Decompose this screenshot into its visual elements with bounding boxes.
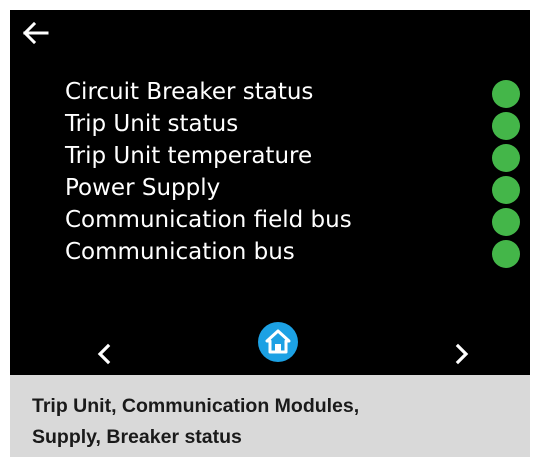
arrow-left-icon <box>22 21 49 45</box>
status-row-power-supply: Power Supply <box>65 173 520 205</box>
caption-line-1: Trip Unit, Communication Modules, <box>32 395 360 417</box>
previous-page-button[interactable] <box>92 340 116 368</box>
status-label: Communication field bus <box>65 207 352 233</box>
status-row-communication-bus: Communication bus <box>65 237 520 269</box>
home-icon <box>265 329 291 354</box>
next-page-button[interactable] <box>450 340 474 368</box>
status-label: Circuit Breaker status <box>65 79 314 105</box>
status-row-trip-unit: Trip Unit status <box>65 109 520 141</box>
status-indicator-green <box>492 208 520 236</box>
status-indicator-green <box>492 144 520 172</box>
status-label: Communication bus <box>65 239 295 265</box>
status-row-trip-unit-temperature: Trip Unit temperature <box>65 141 520 173</box>
chevron-left-icon <box>97 343 111 365</box>
caption-bar: Trip Unit, Communication Modules, Supply… <box>10 375 530 457</box>
caption-line-2: Supply, Breaker status <box>32 426 242 448</box>
back-button[interactable] <box>20 20 50 46</box>
status-row-circuit-breaker: Circuit Breaker status <box>65 77 520 109</box>
status-indicator-green <box>492 80 520 108</box>
status-row-communication-field-bus: Communication field bus <box>65 205 520 237</box>
status-label: Trip Unit status <box>65 111 239 137</box>
display-screen: Circuit Breaker status Trip Unit status … <box>10 10 530 375</box>
status-indicator-green <box>492 176 520 204</box>
status-label: Power Supply <box>65 175 221 201</box>
caption-text: Trip Unit, Communication Modules, Supply… <box>32 391 530 453</box>
status-indicator-green <box>492 112 520 140</box>
status-indicator-green <box>492 240 520 268</box>
home-button[interactable] <box>258 322 298 362</box>
status-label: Trip Unit temperature <box>65 143 313 169</box>
chevron-right-icon <box>455 343 469 365</box>
status-list: Circuit Breaker status Trip Unit status … <box>65 77 520 269</box>
